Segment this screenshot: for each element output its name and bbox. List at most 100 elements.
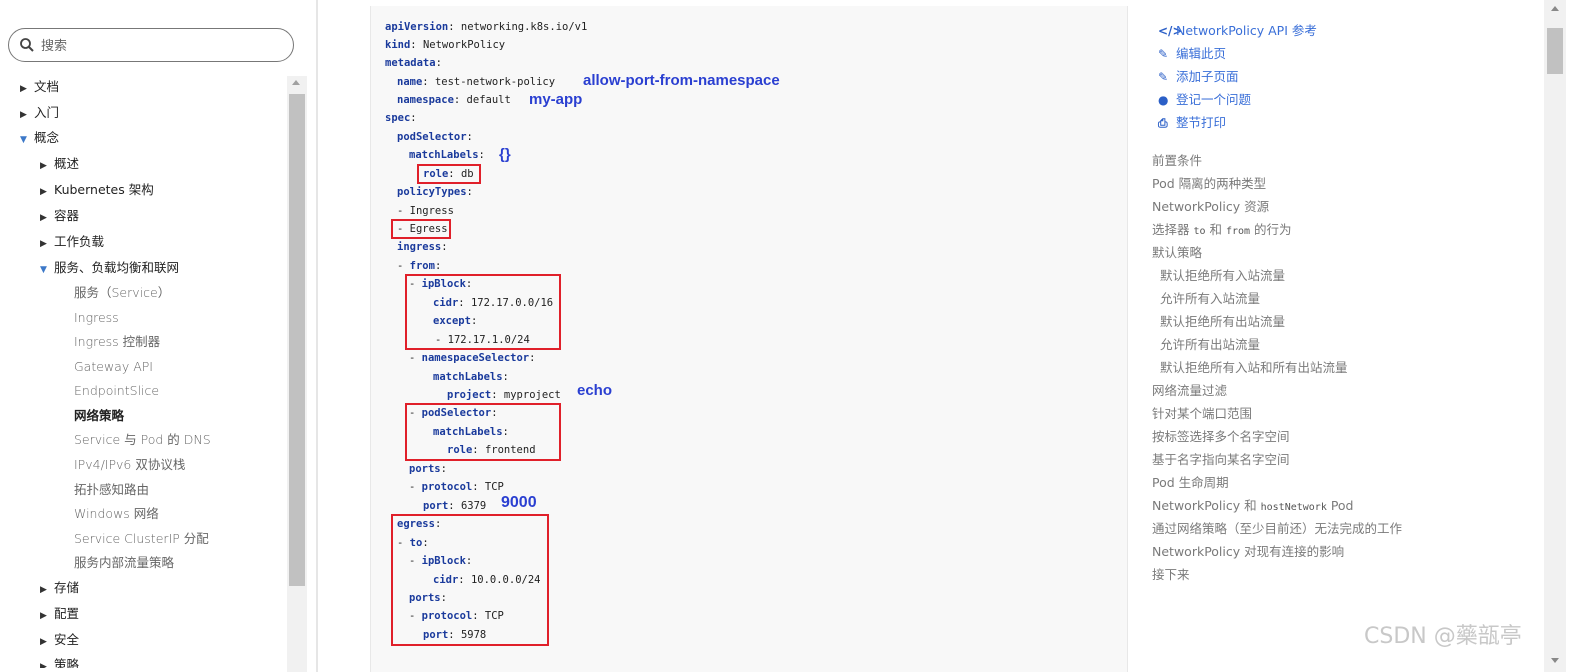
nav-item-label: 配置 [54,606,80,621]
highlight-box [391,219,451,239]
nav-item-workloads[interactable]: ▶ 工作负载 [40,233,104,253]
nav-item-ingress[interactable]: Ingress [74,309,119,327]
link-label: 登记一个问题 [1176,92,1252,107]
toc-item[interactable]: 前置条件 [1152,152,1202,170]
toc-text: 的行为 [1250,222,1292,237]
toc-code: to [1193,226,1206,237]
nav-item-ingress-controllers[interactable]: Ingress 控制器 [74,333,160,351]
edit-page-link[interactable]: ✎ 编辑此页 [1158,45,1226,63]
toc-item[interactable]: 默认拒绝所有入站流量 [1160,267,1285,285]
link-label: 添加子页面 [1176,69,1239,84]
toc-item[interactable]: 通过网络策略（至少目前还）无法完成的工作 [1152,520,1402,538]
caret-right-icon: ▶ [40,611,47,621]
annotation-port: 9000 [501,494,537,511]
nav-item-label: Kubernetes 架构 [54,182,154,197]
nav-item-label: 文档 [34,79,60,94]
toc-item[interactable]: 默认策略 [1152,244,1202,262]
code-icon: </> [1158,24,1183,38]
nav-item-security[interactable]: ▶ 安全 [40,631,79,651]
highlight-box [417,164,481,184]
caret-right-icon: ▶ [40,213,47,223]
toc-item[interactable]: 接下来 [1152,566,1190,584]
nav-item-policy[interactable]: ▶ 策略 [40,656,79,668]
nav-item-dns[interactable]: Service 与 Pod 的 DNS [74,431,211,449]
toc-item[interactable]: 按标签选择多个名字空间 [1152,428,1290,446]
link-label: NetworkPolicy API 参考 [1176,23,1317,38]
toc-item[interactable]: 允许所有入站流量 [1160,290,1260,308]
nav-item-storage[interactable]: ▶ 存储 [40,579,79,599]
toc-item[interactable]: NetworkPolicy 资源 [1152,198,1269,216]
search-box[interactable] [8,28,294,62]
link-label: 整节打印 [1176,115,1227,130]
caret-right-icon: ▶ [20,84,27,94]
caret-right-icon: ▶ [20,110,27,120]
nav-item-overview[interactable]: ▶ 概述 [40,155,79,175]
caret-right-icon: ▶ [40,637,47,647]
print-section-link[interactable]: ⎙ 整节打印 [1158,114,1226,132]
code-line: kind: NetworkPolicy [385,39,506,51]
print-icon: ⎙ [1158,116,1168,130]
nav-item-services-net[interactable]: ▼ 服务、负载均衡和联网 [40,259,179,279]
caret-down-icon: ▼ [20,135,27,145]
code-line: spec: [385,112,417,124]
page-toc: </>NetworkPolicy API 参考 ✎ 编辑此页 ✎ 添加子页面 ● 登记… [1152,0,1532,672]
toc-text: 和 [1205,222,1226,237]
toc-item[interactable]: Pod 生命周期 [1152,474,1229,492]
toc-item[interactable]: 网络流量过滤 [1152,382,1227,400]
toc-item[interactable]: 允许所有出站流量 [1160,336,1260,354]
toc-item[interactable]: 基于名字指向某名字空间 [1152,451,1290,469]
scroll-up-icon[interactable] [1551,6,1559,11]
page-scroll-thumb[interactable] [1547,28,1563,74]
nav-item-dual-stack[interactable]: IPv4/IPv6 双协议栈 [74,456,185,474]
nav-item-internal-traffic[interactable]: 服务内部流量策略 [74,554,174,572]
code-line: - protocol: TCP [409,481,504,493]
nav-item-network-policy[interactable]: 网络策略 [74,407,124,425]
code-line: apiVersion: networking.k8s.io/v1 [385,21,588,33]
nav-item-clusterip[interactable]: Service ClusterIP 分配 [74,530,209,548]
caret-right-icon: ▶ [40,662,47,668]
add-child-page-link[interactable]: ✎ 添加子页面 [1158,68,1239,86]
highlight-box [405,274,561,350]
github-icon: ● [1158,93,1169,107]
toc-item[interactable]: NetworkPolicy 和 hostNetwork Pod [1152,497,1354,517]
toc-item[interactable]: 默认拒绝所有入站和所有出站流量 [1160,359,1348,377]
toc-code: hostNetwork [1260,502,1327,513]
toc-item[interactable]: 默认拒绝所有出站流量 [1160,313,1285,331]
link-label: 编辑此页 [1176,46,1227,61]
nav-item-gateway-api[interactable]: Gateway API [74,358,153,376]
sidebar-scroll-thumb[interactable] [289,94,305,586]
highlight-box [391,514,549,646]
scroll-up-icon[interactable] [292,80,300,85]
code-line: ingress: [397,241,448,253]
highlight-box [405,403,561,461]
caret-right-icon: ▶ [40,585,47,595]
create-issue-link[interactable]: ● 登记一个问题 [1158,91,1251,109]
toc-item[interactable]: Pod 隔离的两种类型 [1152,175,1266,193]
nav-item-getting-started[interactable]: ▶ 入门 [20,104,59,124]
toc-text: NetworkPolicy 和 [1152,498,1261,513]
toc-code: from [1225,226,1251,237]
search-input[interactable] [39,34,283,58]
scroll-down-icon[interactable] [1551,658,1559,663]
code-line: namespace: default [397,94,511,106]
nav-item-docs[interactable]: ▶ 文档 [20,78,59,98]
nav-item-containers[interactable]: ▶ 容器 [40,207,79,227]
annotation-namespace: my-app [529,91,583,108]
sidebar-divider [316,0,318,672]
toc-item[interactable]: 针对某个端口范围 [1152,405,1252,423]
nav-item-windows-net[interactable]: Windows 网络 [74,505,159,523]
page-scrollbar[interactable] [1544,0,1566,672]
nav-item-label: 概念 [34,130,60,145]
annotation-match-labels: {} [499,146,511,163]
nav-item-endpointslice[interactable]: EndpointSlice [74,382,159,400]
annotation-project: echo [577,382,613,399]
nav-item-k8s-arch[interactable]: ▶ Kubernetes 架构 [40,181,154,201]
nav-item-topology[interactable]: 拓扑感知路由 [74,481,149,499]
sidebar-scrollbar[interactable] [287,76,307,672]
toc-item[interactable]: 选择器 to 和 from 的行为 [1152,221,1292,241]
api-ref-link[interactable]: </>NetworkPolicy API 参考 [1158,22,1317,40]
nav-item-config[interactable]: ▶ 配置 [40,605,79,625]
nav-item-service[interactable]: 服务（Service） [74,284,170,302]
toc-item[interactable]: NetworkPolicy 对现有连接的影响 [1152,543,1344,561]
nav-item-concepts[interactable]: ▼ 概念 [20,129,59,149]
